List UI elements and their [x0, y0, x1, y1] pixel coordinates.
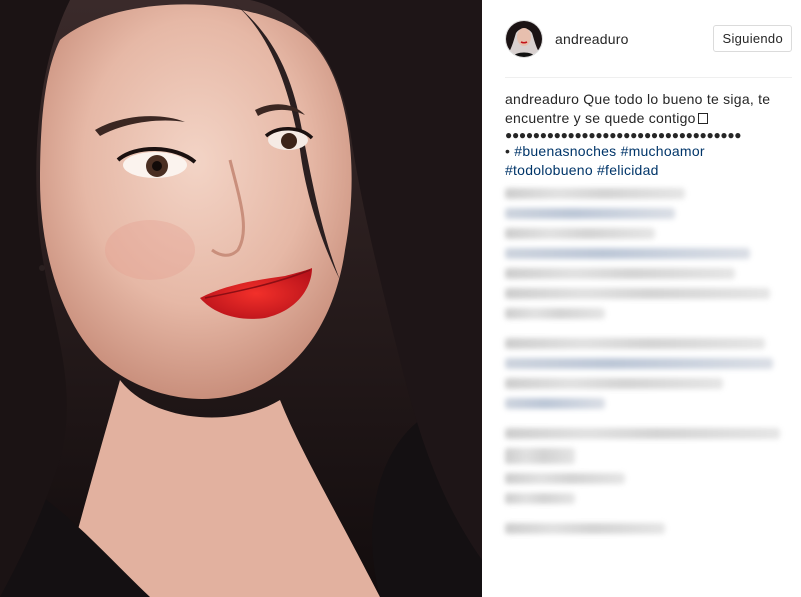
post-sidebar: andreaduro Siguiendo andreaduro Que todo… — [482, 0, 801, 597]
blurred-comment-line — [505, 228, 655, 239]
blurred-comment-line — [505, 473, 625, 484]
hashtag-link[interactable]: #muchoamor — [621, 143, 705, 159]
blurred-comment-line — [505, 398, 605, 409]
blurred-comments — [505, 188, 792, 534]
blurred-comment-line — [505, 358, 773, 369]
blurred-comment-line — [505, 493, 575, 504]
blurred-comment-line — [505, 288, 770, 299]
blurred-comment-line — [505, 268, 735, 279]
post-caption: andreaduro Que todo lo bueno te siga, te… — [505, 78, 795, 180]
blurred-comment-line — [505, 188, 685, 199]
caption-author[interactable]: andreaduro — [505, 91, 579, 107]
hashtag-link[interactable]: #todolobueno — [505, 162, 593, 178]
blurred-comment-line — [505, 248, 750, 259]
blurred-comment-line — [505, 308, 605, 319]
hashtag-link[interactable]: #buenasnoches — [514, 143, 616, 159]
portrait-image — [0, 0, 482, 597]
blurred-comment-line — [505, 338, 765, 349]
instagram-post: andreaduro Siguiendo andreaduro Que todo… — [0, 0, 801, 597]
blurred-comment-line — [505, 448, 575, 464]
caption-bullet: • — [505, 143, 511, 159]
blurred-comment-line — [505, 208, 675, 219]
author-username[interactable]: andreaduro — [555, 31, 713, 47]
unsupported-emoji-icon — [697, 113, 708, 124]
blurred-comment-line — [505, 378, 723, 389]
following-button[interactable]: Siguiendo — [713, 25, 792, 52]
avatar-icon — [506, 20, 542, 57]
author-avatar[interactable] — [505, 19, 543, 58]
caption-dots: ●●●●●●●●●●●●●●●●●●●●●●●●●●●●●●●●●● — [505, 128, 742, 142]
post-header: andreaduro Siguiendo — [505, 0, 792, 78]
blurred-comment-line — [505, 523, 665, 534]
hashtag-link[interactable]: #felicidad — [597, 162, 659, 178]
blurred-comment-line — [505, 428, 780, 439]
post-photo[interactable] — [0, 0, 482, 597]
